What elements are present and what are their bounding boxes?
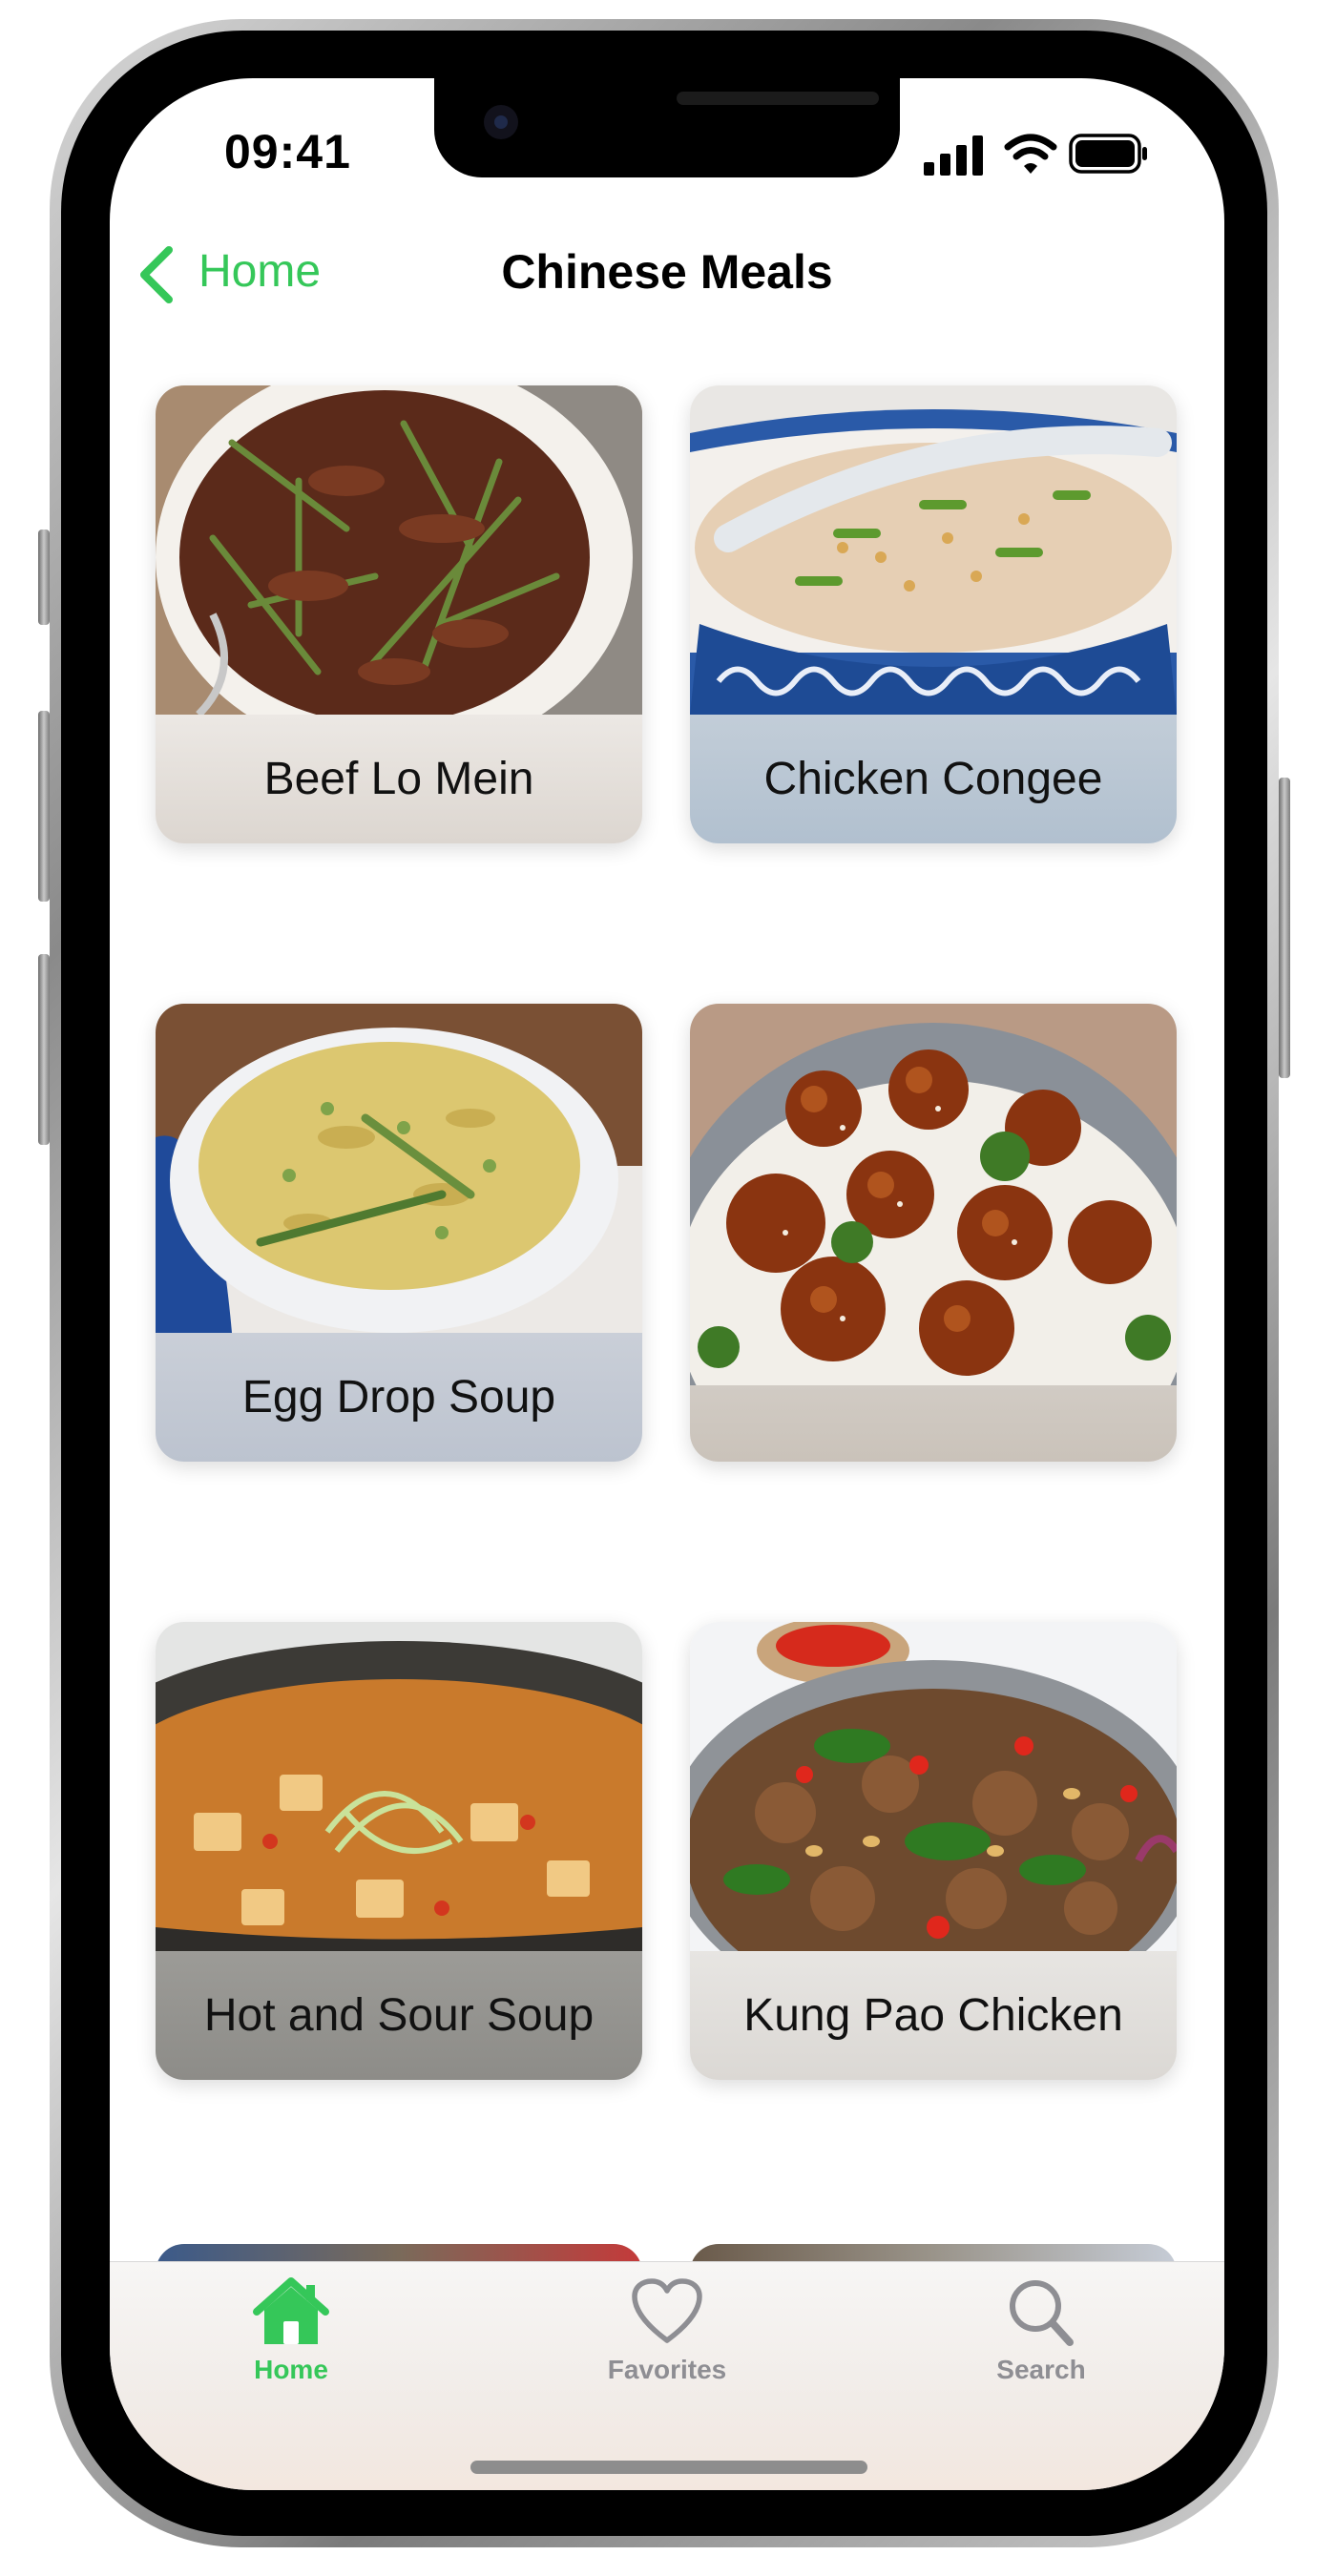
earpiece-speaker: [677, 92, 879, 105]
meal-card-chicken-congee[interactable]: Chicken Congee: [690, 385, 1177, 843]
meal-image: [690, 1622, 1177, 1951]
search-icon: [1010, 2280, 1074, 2346]
meal-card-general-tsos-chicken[interactable]: General Tso's Chicken: [690, 1004, 1177, 1462]
tab-search-label: Search: [996, 2355, 1086, 2384]
meal-card-hot-and-sour-soup[interactable]: Hot and Sour Soup: [156, 1622, 642, 2080]
home-indicator: [470, 2461, 867, 2474]
meal-label: Egg Drop Soup: [156, 1333, 642, 1462]
volume-up-button[interactable]: [38, 711, 50, 902]
meal-label: Chicken Congee: [690, 715, 1177, 843]
meal-label: Beef Lo Mein: [156, 715, 642, 843]
meal-image: [690, 1004, 1177, 1385]
status-time: 09:41: [224, 125, 351, 178]
meal-label: Hot and Sour Soup: [156, 1951, 642, 2080]
silent-switch[interactable]: [38, 530, 50, 625]
page-title: Chinese Meals: [501, 245, 833, 299]
meal-image: [156, 1622, 642, 1951]
meal-label: Kung Pao Chicken: [690, 1951, 1177, 2080]
meal-image: [156, 385, 642, 715]
volume-down-button[interactable]: [38, 954, 50, 1145]
power-button[interactable]: [1279, 778, 1290, 1078]
tab-favorites-label: Favorites: [607, 2355, 727, 2384]
wifi-icon: [1004, 134, 1057, 174]
meal-card-beef-lo-mein[interactable]: Beef Lo Mein: [156, 385, 642, 843]
tab-home[interactable]: Home: [186, 2275, 396, 2385]
meal-card-kung-pao-chicken[interactable]: Kung Pao Chicken: [690, 1622, 1177, 2080]
tab-search[interactable]: Search: [936, 2275, 1146, 2385]
front-camera: [484, 105, 518, 139]
meal-image: [156, 1004, 642, 1333]
house-icon: [253, 2277, 329, 2344]
tab-bar: Home Favorites Search: [110, 2261, 1224, 2490]
tab-home-label: Home: [254, 2355, 328, 2384]
meal-image: [690, 385, 1177, 715]
battery-icon: [1069, 134, 1147, 174]
cellular-signal-icon: [924, 135, 983, 176]
meal-label: General Tso's Chicken: [690, 1385, 1177, 1462]
heart-icon: [632, 2278, 702, 2343]
meal-card-egg-drop-soup[interactable]: Egg Drop Soup: [156, 1004, 642, 1462]
app-screen: 09:41 Home Chinese Meals Beef Lo Mein Ch…: [110, 78, 1224, 2490]
tab-favorites[interactable]: Favorites: [562, 2275, 772, 2385]
